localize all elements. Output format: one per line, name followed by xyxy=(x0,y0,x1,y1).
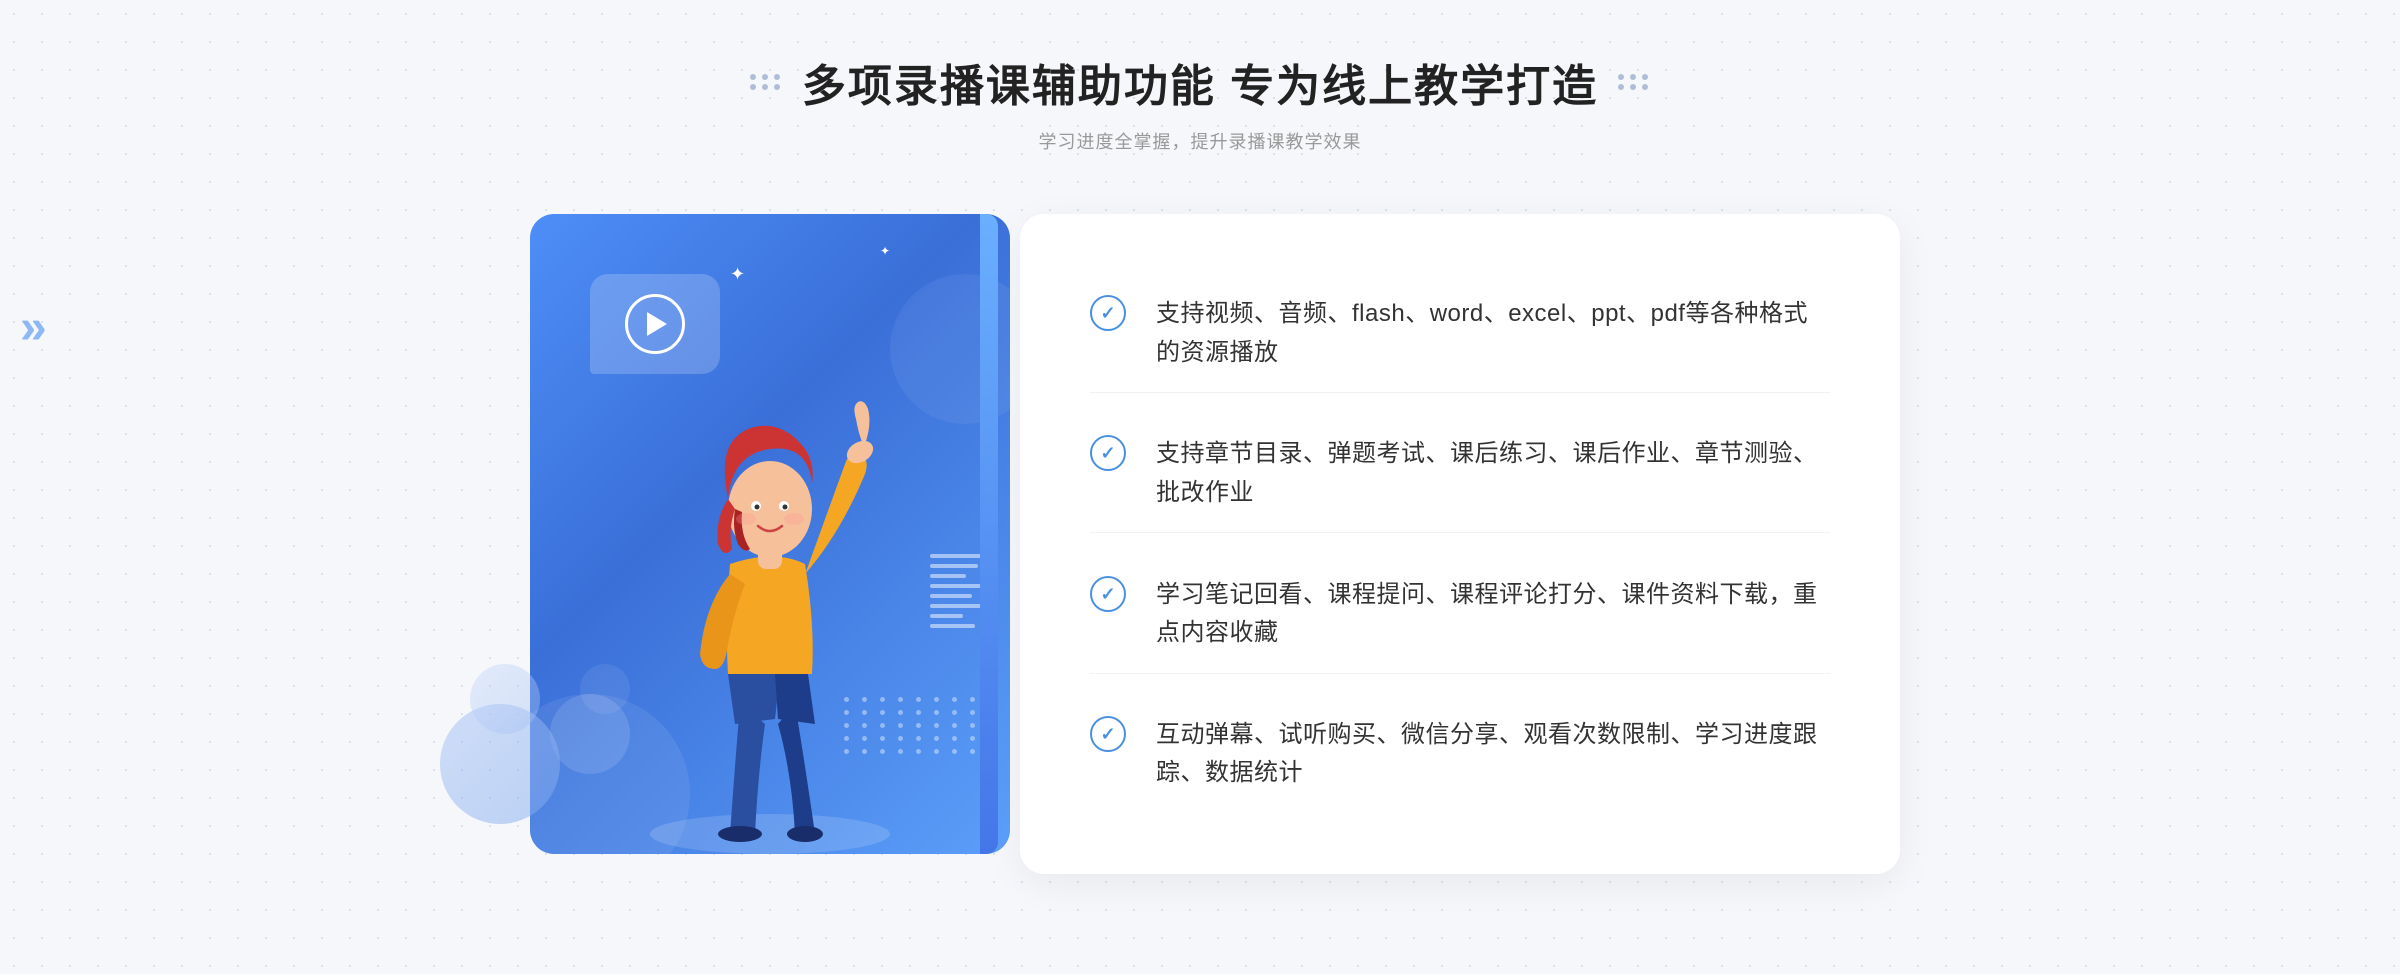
check-icon-1: ✓ xyxy=(1090,295,1126,331)
dot xyxy=(1630,84,1636,90)
dot xyxy=(774,84,780,90)
page-subtitle: 学习进度全掌握，提升录播课教学效果 xyxy=(1038,128,1361,154)
dot xyxy=(750,74,756,80)
content-section: ✦ ✦ xyxy=(500,194,1900,874)
check-icon-2: ✓ xyxy=(1090,435,1126,471)
right-dots-decoration xyxy=(1618,74,1650,90)
check-mark-icon: ✓ xyxy=(1100,304,1115,322)
person-illustration xyxy=(620,334,920,854)
feature-text-3: 学习笔记回看、课程提问、课程评论打分、课件资料下载，重点内容收藏 xyxy=(1156,576,1830,653)
play-triangle-icon xyxy=(647,312,667,336)
feature-text-1: 支持视频、音频、flash、word、excel、ppt、pdf等各种格式的资源… xyxy=(1156,295,1830,372)
accent-bar xyxy=(980,214,998,854)
chevron-left-icon: » xyxy=(20,301,47,354)
header-section: 多项录播课辅助功能 专为线上教学打造 学习进度全掌握，提升录播课教学效果 xyxy=(750,50,1650,154)
dot xyxy=(1618,74,1624,80)
feature-item-3: ✓ 学习笔记回看、课程提问、课程评论打分、课件资料下载，重点内容收藏 xyxy=(1090,556,1830,674)
features-panel: ✓ 支持视频、音频、flash、word、excel、ppt、pdf等各种格式的… xyxy=(1020,214,1900,874)
check-mark-icon: ✓ xyxy=(1100,585,1115,603)
dot xyxy=(1618,84,1624,90)
left-dots-decoration xyxy=(750,74,782,90)
feature-item-4: ✓ 互动弹幕、试听购买、微信分享、观看次数限制、学习进度跟踪、数据统计 xyxy=(1090,696,1830,813)
dot xyxy=(762,84,768,90)
illustration-background: ✦ ✦ xyxy=(530,214,1010,854)
dot xyxy=(750,84,756,90)
page-wrapper: 多项录播课辅助功能 专为线上教学打造 学习进度全掌握，提升录播课教学效果 xyxy=(0,0,2400,974)
dot xyxy=(1642,74,1648,80)
sparkle-icon-small: ✦ xyxy=(880,244,890,258)
feature-item-2: ✓ 支持章节目录、弹题考试、课后练习、课后作业、章节测验、批改作业 xyxy=(1090,415,1830,533)
check-icon-3: ✓ xyxy=(1090,576,1126,612)
check-mark-icon: ✓ xyxy=(1100,444,1115,462)
feature-item-1: ✓ 支持视频、音频、flash、word、excel、ppt、pdf等各种格式的… xyxy=(1090,275,1830,393)
feature-text-2: 支持章节目录、弹题考试、课后练习、课后作业、章节测验、批改作业 xyxy=(1156,435,1830,512)
sparkle-icon: ✦ xyxy=(730,264,745,285)
decorative-circle-small xyxy=(470,664,540,734)
page-title: 多项录播课辅助功能 专为线上教学打造 xyxy=(802,50,1598,114)
check-icon-4: ✓ xyxy=(1090,716,1126,752)
check-mark-icon: ✓ xyxy=(1100,725,1115,743)
dot xyxy=(762,74,768,80)
outer-decoration-left: » xyxy=(20,300,47,355)
illustration-area: ✦ ✦ xyxy=(500,194,1020,874)
dot xyxy=(774,74,780,80)
title-row: 多项录播课辅助功能 专为线上教学打造 xyxy=(750,50,1650,114)
dot xyxy=(1642,84,1648,90)
dot xyxy=(1630,74,1636,80)
feature-text-4: 互动弹幕、试听购买、微信分享、观看次数限制、学习进度跟踪、数据统计 xyxy=(1156,716,1830,793)
